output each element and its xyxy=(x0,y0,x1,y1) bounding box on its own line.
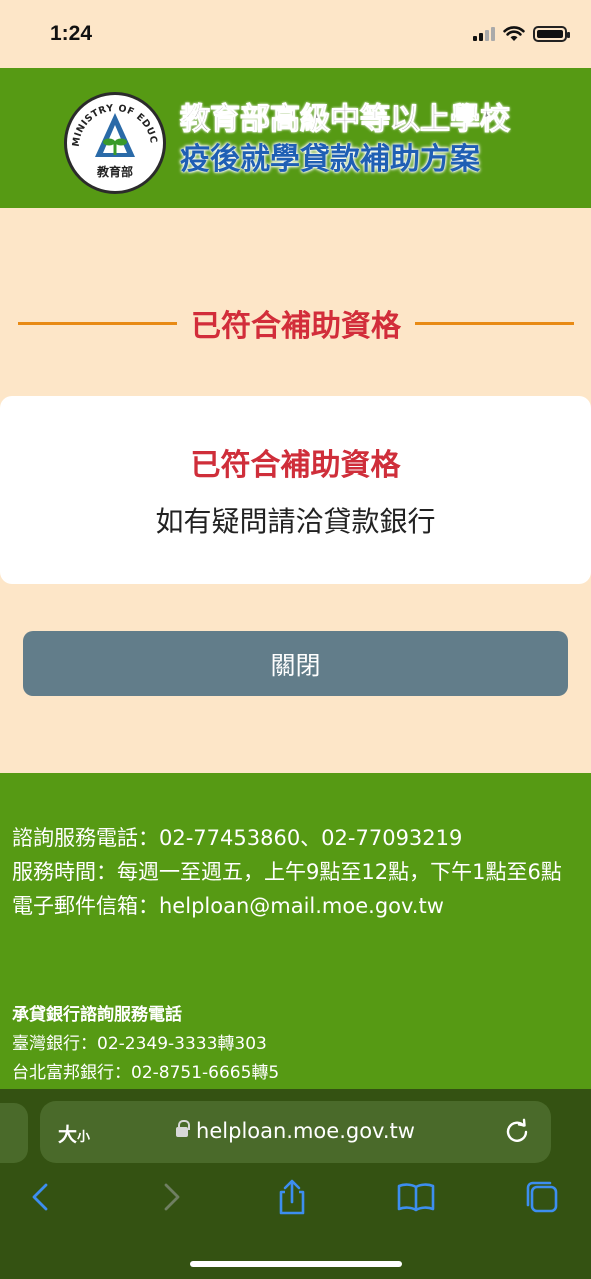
share-icon[interactable] xyxy=(272,1177,312,1217)
back-icon[interactable] xyxy=(22,1177,62,1217)
result-card: 已符合補助資格 如有疑問請洽貸款銀行 xyxy=(0,396,591,584)
site-title: 教育部高級中等以上學校 疫後就學貸款補助方案 xyxy=(180,100,511,180)
result-card-message: 如有疑問請洽貸款銀行 xyxy=(155,505,436,538)
previous-tab-stub[interactable] xyxy=(0,1103,28,1163)
contact-phone: 諮詢服務電話：02-77453860、02-77093219 xyxy=(12,826,463,850)
forward-icon[interactable] xyxy=(150,1177,190,1217)
bank-contact-item: 臺灣銀行：02-2349-3333轉303 xyxy=(12,1034,267,1054)
result-card-title: 已符合補助資格 xyxy=(190,448,401,483)
address-bar[interactable]: 大小 helploan.moe.gov.tw xyxy=(40,1101,551,1163)
result-heading: 已符合補助資格 xyxy=(18,300,574,346)
site-title-line2: 疫後就學貸款補助方案 xyxy=(180,142,480,177)
heading-divider-left xyxy=(18,321,177,325)
wifi-icon xyxy=(503,26,525,41)
site-title-line1: 教育部高級中等以上學校 xyxy=(180,102,511,138)
browser-toolbar: 大小 helploan.moe.gov.tw xyxy=(0,1089,591,1279)
url-field[interactable]: helploan.moe.gov.tw xyxy=(40,1119,551,1143)
lock-icon xyxy=(176,1120,191,1137)
result-heading-text: 已符合補助資格 xyxy=(191,309,401,344)
signal-icon xyxy=(473,26,495,41)
bank-contacts: 承貸銀行諮詢服務電話 臺灣銀行：02-2349-3333轉303 台北富邦銀行：… xyxy=(12,1001,582,1088)
close-button[interactable]: 關閉 xyxy=(23,631,568,696)
status-icons xyxy=(473,25,570,42)
tabs-icon[interactable] xyxy=(522,1177,562,1217)
ministry-logo: MINISTRY OF EDUCATION 教育部 xyxy=(64,92,166,194)
contact-info: 諮詢服務電話：02-77453860、02-77093219 服務時間：每週一至… xyxy=(12,821,582,923)
home-indicator[interactable] xyxy=(190,1261,402,1267)
url-text: helploan.moe.gov.tw xyxy=(196,1119,415,1143)
browser-nav-row xyxy=(0,1177,591,1223)
status-bar: 1:24 xyxy=(0,0,591,68)
logo-caption: 教育部 xyxy=(96,165,133,179)
heading-divider-right xyxy=(415,321,574,325)
bookmarks-icon[interactable] xyxy=(396,1177,436,1217)
status-time: 1:24 xyxy=(50,22,93,45)
header-banner: MINISTRY OF EDUCATION 教育部 教育部高級中等以上學校 疫後… xyxy=(0,68,591,208)
contact-hours: 服務時間：每週一至週五，上午9點至12點，下午1點至6點 xyxy=(12,860,562,884)
bank-contacts-title: 承貸銀行諮詢服務電話 xyxy=(12,1005,182,1025)
reload-icon[interactable] xyxy=(503,1117,531,1145)
footer: 諮詢服務電話：02-77453860、02-77093219 服務時間：每週一至… xyxy=(0,773,591,1093)
bank-contact-item: 台北富邦銀行：02-8751-6665轉5 xyxy=(12,1063,280,1083)
contact-email[interactable]: 電子郵件信箱：helploan@mail.moe.gov.tw xyxy=(12,889,582,923)
battery-icon xyxy=(533,25,570,42)
